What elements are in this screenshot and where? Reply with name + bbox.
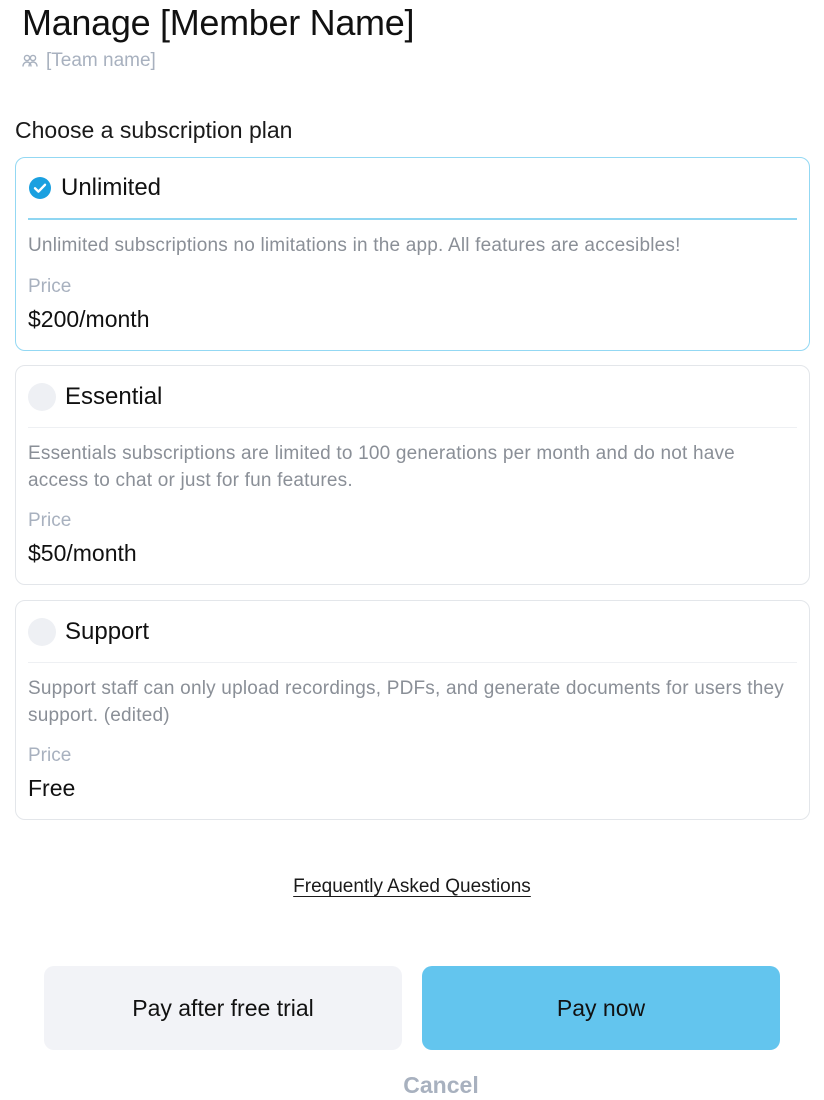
plan-card-essential[interactable]: Essential Essentials subscriptions are l… [15,365,810,585]
radio-button[interactable] [28,382,56,411]
price-label: Price [28,510,72,531]
plan-header: Support [28,601,797,663]
checkmark-icon[interactable] [28,176,52,200]
plan-header: Unlimited [28,158,797,220]
price-value: $50/month [28,540,137,566]
pay-after-trial-button[interactable]: Pay after free trial [44,966,402,1050]
section-label: Choose a subscription plan [15,117,293,143]
plan-description: Unlimited subscriptions no limitations i… [28,235,681,256]
price-value: $200/month [28,306,150,332]
plan-description: Support staff can only upload recordings… [28,678,784,726]
radio-button[interactable] [28,617,56,646]
price-label: Price [28,745,72,766]
cancel-button[interactable]: Cancel [300,1072,582,1099]
price-value: Free [28,775,76,801]
plan-header: Essential [28,366,797,428]
price-label: Price [28,276,72,297]
plan-name: Support [65,617,150,645]
plan-card-unlimited[interactable]: Unlimited Unlimited subscriptions no lim… [15,157,810,351]
pay-now-button[interactable]: Pay now [422,966,780,1050]
faq-link[interactable]: Frequently Asked Questions [0,876,824,898]
plan-card-support[interactable]: Support Support staff can only upload re… [15,600,810,820]
plan-name: Unlimited [61,174,162,201]
plan-name: Essential [65,382,163,410]
team-icon [22,54,38,68]
team-row: [Team name] [22,50,156,72]
page-title: Manage [Member Name] [22,2,415,43]
team-name: [Team name] [46,50,156,71]
plan-description: Essentials subscriptions are limited to … [28,443,735,491]
